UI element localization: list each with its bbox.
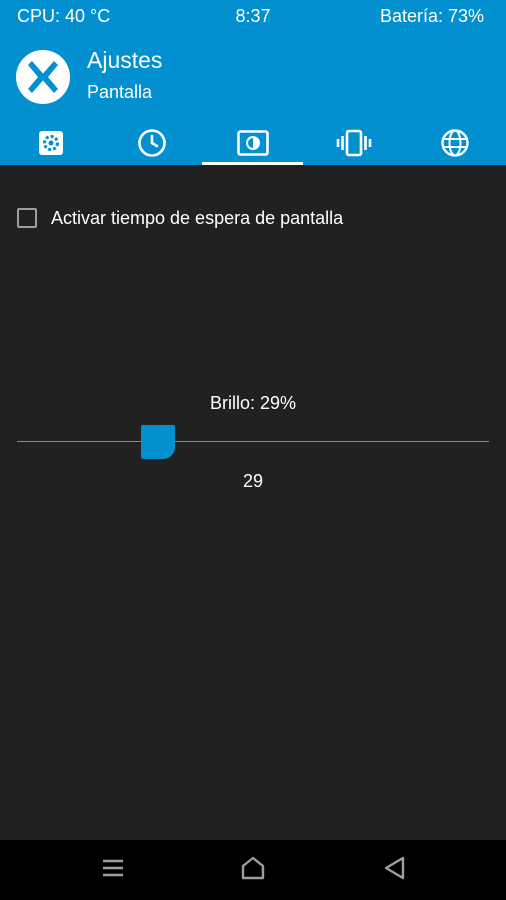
menu-button[interactable]: [95, 852, 131, 888]
tab-settings[interactable]: [0, 125, 101, 165]
tab-bar: [0, 125, 506, 165]
header: Ajustes Pantalla: [0, 33, 506, 165]
home-button[interactable]: [235, 852, 271, 888]
screen-timeout-checkbox[interactable]: [17, 208, 37, 228]
tab-language[interactable]: [404, 125, 505, 165]
globe-icon: [440, 128, 470, 163]
brightness-label: Brillo: 29%: [209, 393, 297, 413]
page-subtitle: Pantalla: [87, 82, 153, 102]
screen-timeout-checkbox-row[interactable]: Activar tiempo de espera de pantalla: [17, 204, 343, 232]
page-title: Ajustes: [87, 47, 163, 73]
active-tab-indicator: [202, 162, 303, 165]
tab-screen[interactable]: [202, 125, 303, 165]
back-icon: [382, 855, 406, 886]
brightness-value: 29: [242, 471, 264, 491]
back-button[interactable]: [376, 852, 412, 888]
vibration-icon: [336, 129, 372, 162]
screen-timeout-label: Activar tiempo de espera de pantalla: [51, 207, 344, 228]
status-bar: CPU: 40 °C 8:37 Batería: 73%: [0, 0, 506, 33]
brightness-slider-track[interactable]: [17, 441, 489, 442]
menu-icon: [101, 857, 125, 884]
clock-icon: [137, 128, 167, 163]
brightness-slider-thumb[interactable]: [140, 425, 175, 459]
settings-gear-icon: [38, 130, 64, 161]
screen-brightness-icon: [236, 129, 269, 161]
tab-time[interactable]: [101, 125, 202, 165]
tab-vibration[interactable]: [303, 125, 404, 165]
navigation-bar: [0, 840, 506, 900]
battery-level: Batería: 73%: [379, 6, 484, 26]
twrp-logo-icon: [15, 49, 71, 105]
home-icon: [240, 855, 266, 886]
